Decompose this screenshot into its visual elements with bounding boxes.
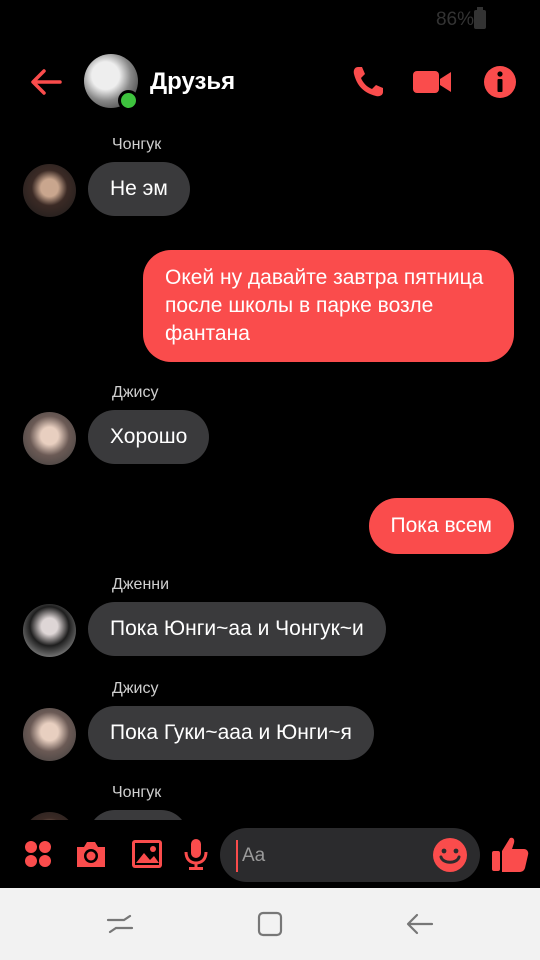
message-bubble[interactable] [88, 810, 188, 820]
message-bubble[interactable]: Пока Гуки~ааа и Юнги~я [88, 706, 374, 760]
status-bar: 86% [0, 0, 540, 40]
battery-icon [474, 7, 486, 29]
message-bubble[interactable]: Хорошо [88, 410, 210, 464]
microphone-icon[interactable] [178, 836, 214, 872]
phone-icon[interactable] [350, 64, 386, 100]
recent-apps-icon[interactable] [104, 908, 136, 940]
online-status-indicator [118, 90, 139, 111]
message-bubble[interactable]: Окей ну давайте завтра пятница после шко… [143, 250, 514, 362]
sender-name: Джису [112, 384, 159, 401]
chat-title[interactable]: Друзья [150, 68, 235, 96]
sender-name: Чонгук [112, 784, 162, 801]
message-bubble[interactable]: Пока всем [368, 498, 514, 554]
apps-grid-icon[interactable] [20, 836, 56, 872]
battery-level: 86% [435, 9, 474, 30]
thumbs-up-icon[interactable] [490, 834, 530, 874]
sender-name: Дженни [112, 576, 170, 593]
message-input-container [220, 828, 480, 882]
avatar[interactable] [23, 708, 76, 761]
info-icon[interactable] [482, 64, 518, 100]
message-bubble[interactable]: Не эм [88, 162, 190, 216]
message-list[interactable]: Чонгук Не эм Окей ну давайте завтра пятн… [0, 120, 540, 820]
avatar[interactable] [23, 164, 76, 217]
sender-name: Джису [112, 680, 159, 697]
message-composer [0, 822, 540, 888]
avatar[interactable] [23, 412, 76, 465]
camera-icon[interactable] [73, 836, 109, 872]
emoji-icon[interactable] [432, 837, 468, 873]
chat-header: Друзья [0, 50, 540, 114]
back-nav-icon[interactable] [404, 908, 436, 940]
video-camera-icon[interactable] [412, 64, 452, 100]
message-bubble[interactable]: Пока Юнги~аа и Чонгук~и [88, 602, 386, 656]
avatar[interactable] [23, 604, 76, 657]
system-navigation-bar [0, 888, 540, 960]
back-arrow-icon[interactable] [28, 64, 64, 100]
avatar[interactable] [23, 812, 76, 820]
message-input[interactable] [236, 840, 434, 872]
gallery-icon[interactable] [129, 836, 165, 872]
sender-name: Чонгук [112, 136, 162, 153]
home-icon[interactable] [254, 908, 286, 940]
